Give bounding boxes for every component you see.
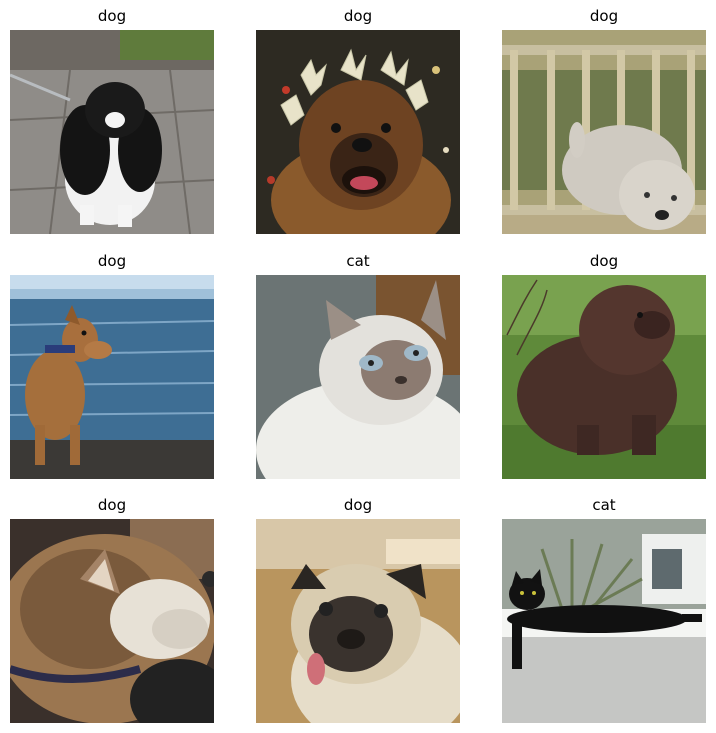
- image-caption: cat: [346, 252, 370, 270]
- image-caption: dog: [97, 7, 127, 25]
- image-caption: dog: [97, 252, 127, 270]
- japanese-chin-dog-photo: [10, 30, 214, 234]
- image-caption: dog: [343, 7, 373, 25]
- image-caption: dog: [97, 496, 127, 514]
- black-cat-photo: [502, 519, 706, 723]
- image-caption: cat: [592, 496, 616, 514]
- image-caption: dog: [343, 496, 373, 514]
- pug-dog-photo: [256, 519, 460, 723]
- wheaten-terrier-dog-photo: [502, 30, 706, 234]
- birman-cat-photo: [256, 275, 460, 479]
- dog-by-sea-photo: [10, 275, 214, 479]
- shiba-dog-photo: [10, 519, 214, 723]
- image-caption: dog: [589, 7, 619, 25]
- leonberger-dog-photo: [256, 30, 460, 234]
- image-caption: dog: [589, 252, 619, 270]
- newfoundland-dog-photo: [502, 275, 706, 479]
